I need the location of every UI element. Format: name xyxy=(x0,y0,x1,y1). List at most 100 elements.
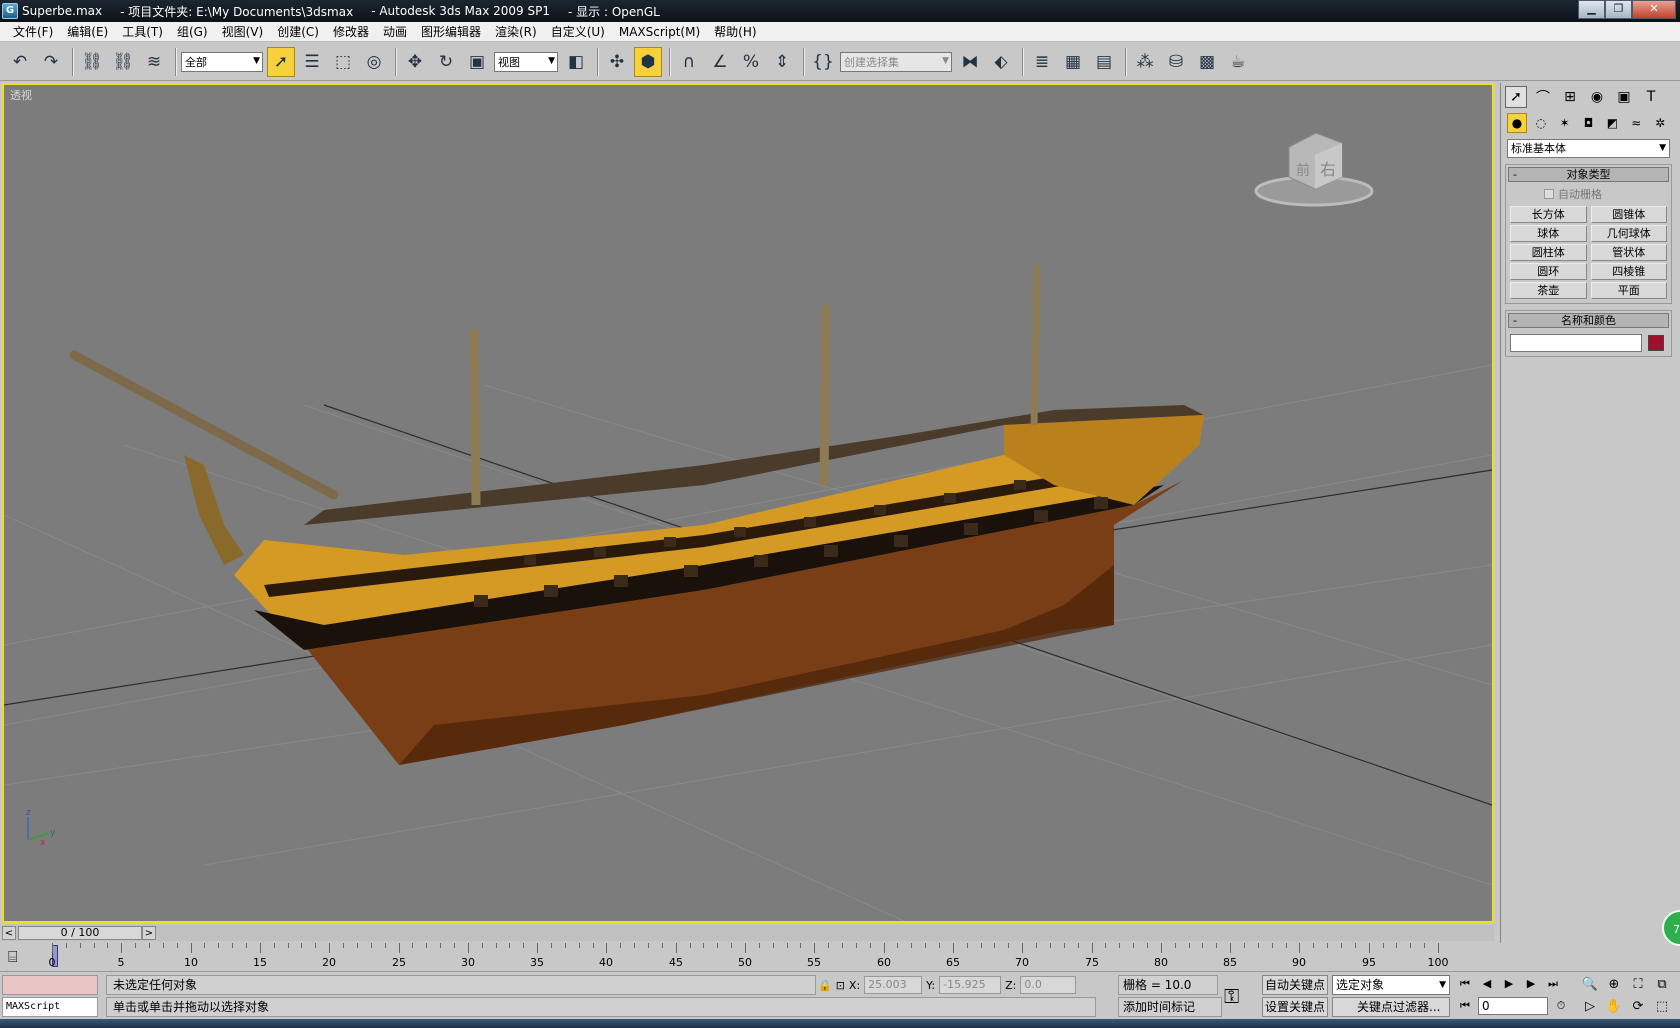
menu-edit[interactable]: 编辑(E) xyxy=(60,23,115,40)
plane-button[interactable]: 平面 xyxy=(1590,282,1667,299)
cone-button[interactable]: 圆锥体 xyxy=(1590,206,1667,223)
geosphere-button[interactable]: 几何球体 xyxy=(1590,225,1667,242)
undo-icon[interactable]: ↶ xyxy=(6,47,34,77)
render-setup-icon[interactable]: ⛁ xyxy=(1162,47,1190,77)
y-coordinate-field[interactable]: -15.925 xyxy=(939,976,1002,994)
mini-curve-editor-icon[interactable]: ⌸ xyxy=(8,947,18,967)
torus-button[interactable]: 圆环 xyxy=(1510,263,1587,280)
app-logo-icon[interactable]: G xyxy=(2,3,18,19)
menu-graph-editors[interactable]: 图形编辑器 xyxy=(414,23,488,40)
menu-rendering[interactable]: 渲染(R) xyxy=(488,23,544,40)
lock-icon[interactable]: 🔒 xyxy=(818,979,832,992)
object-color-swatch[interactable] xyxy=(1648,335,1664,351)
teapot-button[interactable]: 茶壶 xyxy=(1510,282,1587,299)
pan-view-icon[interactable]: ✋ xyxy=(1604,997,1624,1017)
snaps-toggle-icon[interactable]: ∩ xyxy=(675,47,703,77)
pivot-center-icon[interactable]: ◧ xyxy=(562,47,590,77)
zoom-all-icon[interactable]: ⊕ xyxy=(1604,975,1624,995)
lights-icon[interactable]: ✶ xyxy=(1555,113,1575,133)
curve-editor-icon[interactable]: ▦ xyxy=(1059,47,1087,77)
cameras-icon[interactable]: ◘ xyxy=(1579,113,1599,133)
viewport-label[interactable]: 透视 xyxy=(10,87,32,103)
object-type-header[interactable]: - 对象类型 xyxy=(1508,167,1669,182)
create-tab-icon[interactable]: ➚ xyxy=(1505,86,1527,108)
add-time-tag-button[interactable]: 添加时间标记 xyxy=(1118,997,1222,1017)
select-and-rotate-icon[interactable]: ↻ xyxy=(432,47,460,77)
geometry-icon[interactable]: ● xyxy=(1507,113,1527,133)
viewcube-front-label[interactable]: 前 xyxy=(1296,162,1310,179)
menu-animation[interactable]: 动画 xyxy=(376,23,414,40)
angle-snap-icon[interactable]: ∠ xyxy=(706,47,734,77)
rectangular-selection-icon[interactable]: ⬚ xyxy=(329,47,357,77)
current-frame-input[interactable]: 0 xyxy=(1478,997,1548,1015)
set-keys-key-icon[interactable]: ⚿ xyxy=(1224,984,1239,1008)
schematic-view-icon[interactable]: ▤ xyxy=(1090,47,1118,77)
select-and-link-icon[interactable]: ⛓ xyxy=(78,47,106,77)
cylinder-button[interactable]: 圆柱体 xyxy=(1510,244,1587,261)
display-tab-icon[interactable]: ▣ xyxy=(1613,86,1635,108)
selection-filter-dropdown[interactable]: 全部 ▼ xyxy=(181,51,263,72)
space-warps-icon[interactable]: ≈ xyxy=(1626,113,1646,133)
field-of-view-icon[interactable]: ▷ xyxy=(1580,997,1600,1017)
close-button[interactable]: ✕ xyxy=(1632,0,1676,19)
time-slider-thumb[interactable]: 0 / 100 xyxy=(18,926,142,940)
helpers-icon[interactable]: ◩ xyxy=(1602,113,1622,133)
maxscript-listener-output[interactable] xyxy=(2,975,98,995)
menu-customize[interactable]: 自定义(U) xyxy=(544,23,612,40)
redo-icon[interactable]: ↷ xyxy=(37,47,65,77)
absolute-mode-icon[interactable]: ⊡ xyxy=(836,979,845,992)
percent-snap-icon[interactable]: % xyxy=(737,47,765,77)
bind-space-warp-icon[interactable]: ≋ xyxy=(140,47,168,77)
previous-frame-icon[interactable]: ◀ xyxy=(1478,975,1496,993)
restore-button[interactable]: ❐ xyxy=(1605,0,1632,19)
select-and-manipulate-icon[interactable]: ✣ xyxy=(603,47,631,77)
viewcube[interactable]: 前 右 xyxy=(1254,132,1374,207)
key-mode-icon[interactable]: ⏮ xyxy=(1456,997,1474,1015)
viewcube-right-label[interactable]: 右 xyxy=(1320,160,1336,179)
go-to-start-icon[interactable]: ⏮ xyxy=(1456,975,1474,993)
select-by-name-icon[interactable]: ☰ xyxy=(298,47,326,77)
z-coordinate-field[interactable]: 0.0 xyxy=(1020,976,1077,994)
menu-create[interactable]: 创建(C) xyxy=(270,23,326,40)
menu-modifiers[interactable]: 修改器 xyxy=(326,23,376,40)
edit-named-selection-icon[interactable]: {} xyxy=(809,47,837,77)
name-color-header[interactable]: - 名称和颜色 xyxy=(1508,313,1669,328)
menu-help[interactable]: 帮助(H) xyxy=(707,23,763,40)
menu-file[interactable]: 文件(F) xyxy=(6,23,60,40)
minimize-button[interactable]: ▁ xyxy=(1578,0,1605,19)
mirror-icon[interactable]: ⧓ xyxy=(956,47,984,77)
key-filters-button[interactable]: 关键点过滤器... xyxy=(1332,997,1450,1017)
maximize-viewport-icon[interactable]: ⬚ xyxy=(1652,997,1672,1017)
select-object-icon[interactable]: ➚ xyxy=(267,46,295,77)
autogrid-checkbox[interactable]: 自动栅格 xyxy=(1506,184,1671,204)
reference-coordinate-dropdown[interactable]: 视图 ▼ xyxy=(494,51,558,72)
go-to-end-icon[interactable]: ⏭ xyxy=(1544,975,1562,993)
hierarchy-tab-icon[interactable]: ⊞ xyxy=(1559,86,1581,108)
geometry-category-dropdown[interactable]: 标准基本体 ▼ xyxy=(1507,139,1670,158)
menu-group[interactable]: 组(G) xyxy=(170,23,215,40)
time-slider-next-icon[interactable]: > xyxy=(142,926,156,940)
frame-ruler[interactable]: 0 5 10 15 20 25 30 35 40 45 50 55 60 65 70 75 80 85 90 95 10… xyxy=(49,943,1449,971)
spinner-snap-icon[interactable]: ⇕ xyxy=(768,47,796,77)
x-coordinate-field[interactable]: 25.003 xyxy=(864,976,923,994)
select-and-scale-icon[interactable]: ▣ xyxy=(463,47,491,77)
window-crossing-icon[interactable]: ◎ xyxy=(360,47,388,77)
zoom-extents-icon[interactable]: ⛶ xyxy=(1628,975,1648,995)
rendered-frame-window-icon[interactable]: ▩ xyxy=(1193,47,1221,77)
keyboard-shortcut-override-icon[interactable]: ⬢ xyxy=(634,46,662,77)
material-editor-icon[interactable]: ⁂ xyxy=(1131,47,1159,77)
time-slider-prev-icon[interactable]: < xyxy=(2,926,16,940)
named-selection-dropdown[interactable]: 创建选择集 ▼ xyxy=(840,51,952,72)
time-configuration-icon[interactable]: ⏱ xyxy=(1552,997,1570,1015)
zoom-extents-all-icon[interactable]: ⧉ xyxy=(1652,975,1672,995)
set-key-button[interactable]: 设置关键点 xyxy=(1262,997,1328,1017)
play-icon[interactable]: ▶ xyxy=(1500,975,1518,993)
zoom-icon[interactable]: 🔍 xyxy=(1580,975,1600,995)
box-button[interactable]: 长方体 xyxy=(1510,206,1587,223)
quick-render-teapot-icon[interactable]: ☕ xyxy=(1224,47,1252,77)
object-name-input[interactable] xyxy=(1510,334,1642,352)
align-icon[interactable]: ⬖ xyxy=(987,47,1015,77)
auto-key-button[interactable]: 自动关键点 xyxy=(1262,975,1328,995)
ship-model[interactable] xyxy=(69,264,1204,765)
menu-tools[interactable]: 工具(T) xyxy=(115,23,170,40)
